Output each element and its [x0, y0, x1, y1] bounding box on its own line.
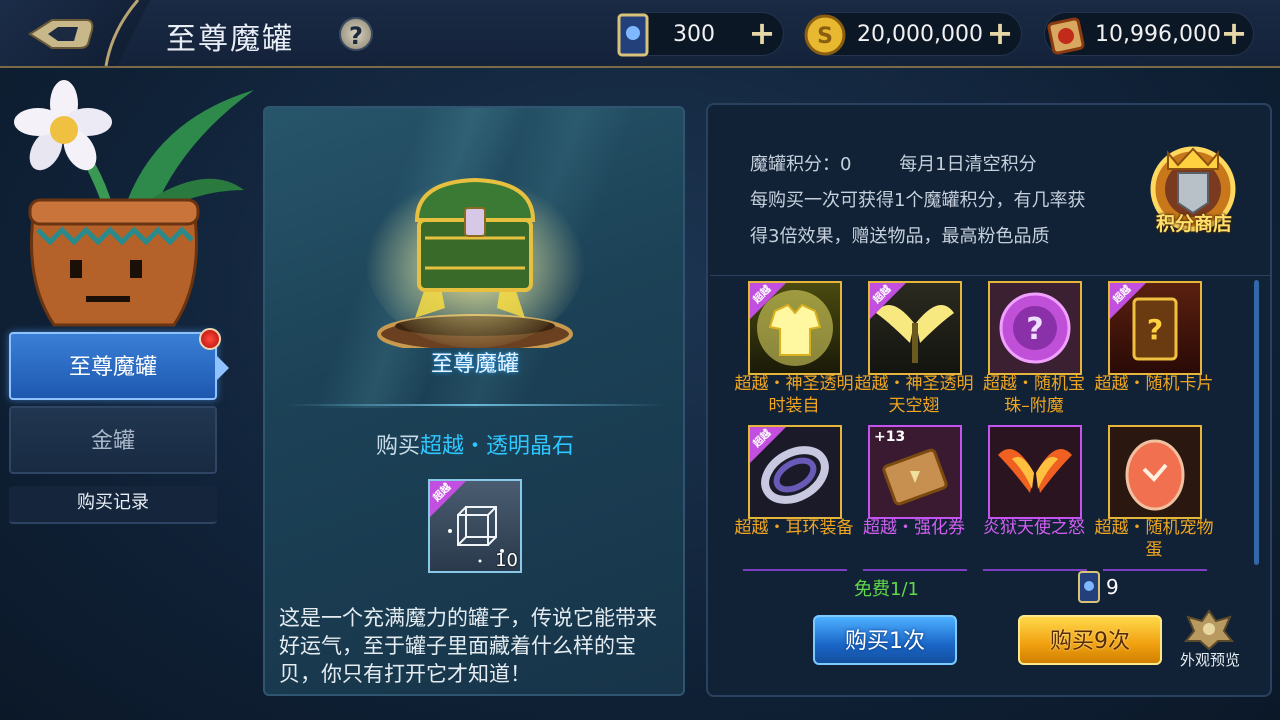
notification-dot: [199, 328, 221, 350]
score-shop-label[interactable]: 积分商店: [1142, 209, 1246, 236]
reward-item-name: 超越・随机卡片: [1094, 374, 1214, 394]
score-info: 魔罐积分：0 每月1日清空积分 每购买一次可获得1个魔罐积分，有几率获得3倍效果…: [750, 147, 1100, 255]
tab-supreme-jar[interactable]: 至尊魔罐: [9, 328, 229, 400]
flowerpot-mascot-icon: [14, 80, 254, 327]
scrollbar[interactable]: [1254, 280, 1259, 565]
buy-item-line: 购买超越・透明晶石: [265, 428, 683, 460]
reward-item-slot: ?: [988, 281, 1082, 375]
tab-purchase-history-label: 购买记录: [77, 492, 149, 513]
separator: [710, 275, 1270, 276]
reward-item-name: 超越・随机宝珠–附魔: [983, 374, 1085, 416]
reward-item-name: 超越・神圣透明天空翅: [854, 374, 974, 416]
score-label: 魔罐积分：0: [750, 154, 852, 175]
item-underline: [1103, 569, 1207, 571]
scroll-icon: [1047, 17, 1085, 55]
orb-icon: ?: [999, 292, 1071, 364]
reward-panel: 魔罐积分：0 每月1日清空积分 每购买一次可获得1个魔罐积分，有几率获得3倍效果…: [706, 103, 1272, 697]
page-title: 至尊魔罐: [166, 22, 294, 57]
reward-item-slot: 超越: [748, 281, 842, 375]
chest-description: 这是一个充满魔力的罐子，传说它能带来好运气，至于罐子里面藏着什么样的宝贝，你只有…: [279, 606, 657, 686]
crystal-count: 10: [495, 550, 518, 571]
svg-text:S: S: [817, 24, 833, 49]
reward-item-slot: [988, 425, 1082, 519]
monthly-reset-text: 每月1日清空积分: [899, 154, 1037, 175]
resource-scroll: 10,996,000 +: [1044, 12, 1254, 56]
buy-prefix: 购买: [375, 434, 420, 459]
tab-gold-jar[interactable]: 金罐: [9, 406, 217, 474]
tab-purchase-history[interactable]: 购买记录: [9, 486, 217, 524]
card-cost-icon: [1078, 571, 1100, 603]
buy-once-button[interactable]: 购买1次: [813, 615, 957, 665]
reward-item-name: 超越・强化券: [863, 518, 965, 538]
scroll-value: 10,996,000: [1095, 22, 1221, 47]
gold-coin-icon: S: [804, 14, 846, 56]
badge-label: +13: [874, 429, 906, 445]
resource-gold: S 20,000,000 +: [804, 12, 1022, 56]
reward-item-name: 超越・神圣透明时装自: [734, 374, 854, 416]
cards-value: 300: [673, 22, 715, 47]
reward-item-slot: ? 超越: [1108, 281, 1202, 375]
back-button[interactable]: [0, 0, 150, 66]
add-cards-button[interactable]: +: [747, 17, 777, 49]
gold-value: 20,000,000: [857, 22, 983, 47]
item-underline: [983, 569, 1087, 571]
appearance-preview-icon[interactable]: [1180, 607, 1238, 651]
resource-cards: 300 +: [617, 12, 784, 57]
add-scroll-button[interactable]: +: [1219, 17, 1249, 49]
divider: [285, 404, 665, 406]
tab-gold-jar-label: 金罐: [90, 429, 135, 454]
reward-item-name: 超越・随机宠物蛋: [1094, 518, 1214, 560]
reward-item-slot: +13: [868, 425, 962, 519]
help-icon[interactable]: ?: [339, 17, 373, 51]
tab-supreme-jar-label: 至尊魔罐: [68, 355, 157, 380]
title-divider-icon: [104, 0, 140, 66]
reward-item-slot: 超越: [748, 425, 842, 519]
reward-item-slot: 超越: [868, 281, 962, 375]
chest-name: 至尊魔罐: [430, 352, 519, 377]
top-bar: 至尊魔罐 ? 300 + S 20,000,000 + 10,996,000 +: [0, 0, 1280, 68]
cost-value: 9: [1106, 575, 1119, 599]
add-gold-button[interactable]: +: [985, 17, 1015, 49]
svg-text:?: ?: [1026, 312, 1043, 347]
reward-item-name: 炎狱天使之怒: [983, 518, 1085, 538]
egg-icon: [1125, 439, 1185, 511]
buy-nine-button[interactable]: 购买9次: [1018, 615, 1162, 665]
svg-text:?: ?: [1147, 313, 1163, 346]
card-icon: [617, 13, 649, 57]
reward-item-slot: [1108, 425, 1202, 519]
reward-item-name: 超越・耳环装备: [734, 518, 854, 538]
fire-wings-icon: [998, 449, 1072, 493]
buy-item-name: 超越・透明晶石: [420, 434, 575, 459]
item-underline: [863, 569, 967, 571]
back-arrow-icon: [28, 19, 94, 49]
item-underline: [743, 569, 847, 571]
chest-panel: 至尊魔罐 购买超越・透明晶石 超越 10 这是一个充满魔力的罐子，传说它能带来好…: [263, 106, 685, 696]
treasure-chest-icon[interactable]: [265, 108, 685, 348]
crystal-item-slot[interactable]: 超越 10: [428, 479, 522, 573]
appearance-preview-label[interactable]: 外观预览: [1170, 649, 1250, 670]
rule-text: 每购买一次可获得1个魔罐积分，有几率获得3倍效果，赠送物品，最高粉色品质: [750, 190, 1086, 247]
free-count: 免费1/1: [854, 579, 919, 600]
